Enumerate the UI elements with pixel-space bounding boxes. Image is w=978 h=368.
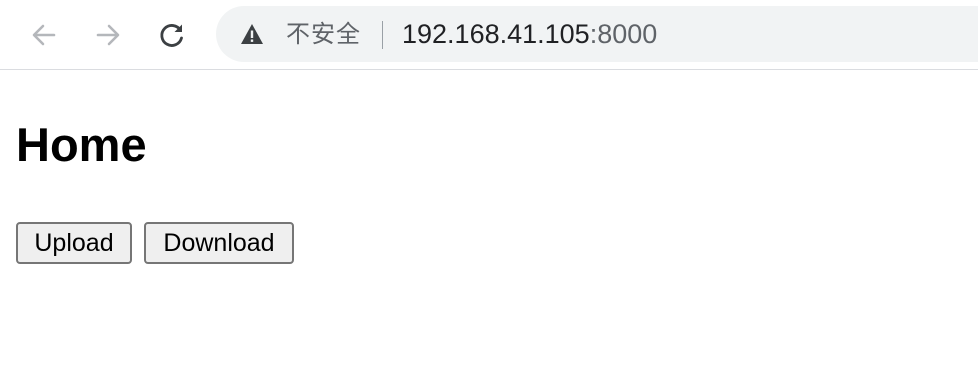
url-port: :8000 (589, 19, 658, 49)
browser-toolbar: 不安全 192.168.41.105:8000 (0, 0, 978, 70)
upload-button[interactable]: Upload (16, 222, 132, 264)
url-text[interactable]: 192.168.41.105:8000 (402, 19, 657, 49)
url-host: 192.168.41.105 (402, 19, 590, 49)
forward-button[interactable] (88, 15, 128, 55)
page-content: Home Upload Download (0, 71, 978, 368)
download-button[interactable]: Download (144, 222, 294, 264)
address-bar[interactable]: 不安全 192.168.41.105:8000 (216, 6, 978, 62)
reload-icon (160, 24, 183, 47)
address-bar-divider (382, 21, 383, 49)
arrow-left-icon (32, 24, 56, 46)
reload-button[interactable] (152, 15, 192, 55)
page-title: Home (16, 118, 147, 171)
warning-triangle-icon[interactable] (240, 23, 264, 45)
security-status-label[interactable]: 不安全 (286, 19, 361, 49)
back-button[interactable] (24, 15, 64, 55)
arrow-right-icon (96, 24, 120, 46)
